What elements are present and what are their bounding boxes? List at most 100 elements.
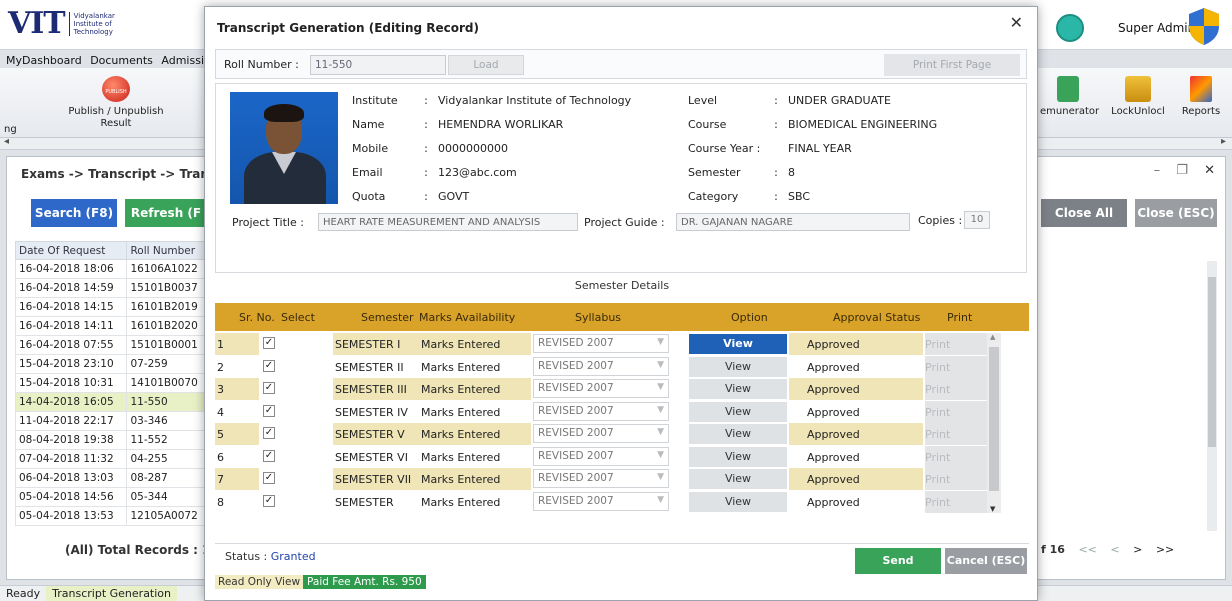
restore-icon[interactable]: ❐ xyxy=(1176,163,1188,178)
reports-button[interactable]: Reports xyxy=(1176,76,1226,118)
menu-item-dashboard[interactable]: MyDashboard xyxy=(6,54,82,67)
view-button[interactable]: View xyxy=(689,491,787,512)
view-button[interactable]: View xyxy=(689,424,787,444)
close-icon[interactable]: ✕ xyxy=(1010,13,1023,32)
col-roll-number[interactable]: Roll Number xyxy=(126,241,209,260)
panel-scrollbar[interactable] xyxy=(1207,261,1217,531)
syllabus-select[interactable]: REVISED 2007 ▼ xyxy=(533,401,669,421)
syllabus-select[interactable]: REVISED 2007 ▼ xyxy=(533,424,669,443)
project-guide-field[interactable]: DR. GAJANAN NAGARE xyxy=(676,213,910,231)
select-checkbox[interactable]: ✓ xyxy=(263,427,275,439)
table-row[interactable]: 05-04-2018 13:53 12105A0072 xyxy=(14,506,209,526)
table-row[interactable]: 06-04-2018 13:03 08-287 xyxy=(14,468,209,488)
close-esc-button[interactable]: Close (ESC) xyxy=(1135,199,1217,227)
table-row[interactable]: 08-04-2018 19:38 11-552 xyxy=(14,430,209,450)
syllabus-select[interactable]: REVISED 2007 ▼ xyxy=(533,469,669,488)
info-colon: : xyxy=(424,142,428,155)
search-button[interactable]: Search (F8) xyxy=(31,199,117,227)
table-row[interactable]: 16-04-2018 14:11 16101B2020 xyxy=(14,316,209,336)
print-first-page-button[interactable]: Print First Page xyxy=(884,54,1020,76)
scroll-left-icon[interactable]: ◂ xyxy=(4,136,9,147)
cell-date-of-request: 08-04-2018 19:38 xyxy=(14,430,128,450)
table-row[interactable]: 16-04-2018 07:55 15101B0001 xyxy=(14,335,209,355)
table-row[interactable]: 16-04-2018 18:06 16106A1022 xyxy=(14,259,209,279)
print-button[interactable]: Print xyxy=(925,400,987,423)
view-button[interactable]: View xyxy=(689,379,787,399)
view-button[interactable]: View xyxy=(689,401,787,422)
syllabus-select[interactable]: REVISED 2007 ▼ xyxy=(533,356,669,376)
ribbon-cut-label: ng xyxy=(4,124,17,135)
syllabus-select[interactable]: REVISED 2007 ▼ xyxy=(533,446,669,466)
next-page-button[interactable]: > xyxy=(1133,543,1142,556)
print-button[interactable]: Print xyxy=(925,333,987,355)
publish-unpublish-button[interactable]: PUBLISH Publish / Unpublish Result xyxy=(56,76,176,130)
prev-page-button[interactable]: < xyxy=(1110,543,1119,556)
semester-scrollbar[interactable]: ▲ ▼ xyxy=(987,333,1001,513)
scroll-right-icon[interactable]: ▸ xyxy=(1221,136,1226,147)
syllabus-select[interactable]: REVISED 2007 ▼ xyxy=(533,334,669,353)
lock-unlock-button[interactable]: LockUnlocl xyxy=(1108,76,1168,118)
semester-name: SEMESTER I xyxy=(335,338,401,351)
table-row[interactable]: 11-04-2018 22:17 03-346 xyxy=(14,411,209,431)
print-button[interactable]: Print xyxy=(925,490,987,513)
first-page-button[interactable]: << xyxy=(1078,543,1096,556)
roll-number-label: Roll Number : xyxy=(224,58,299,71)
print-button[interactable]: Print xyxy=(925,355,987,378)
refresh-button[interactable]: Refresh (F xyxy=(125,199,207,227)
table-row[interactable]: 07-04-2018 11:32 04-255 xyxy=(14,449,209,469)
remunerator-button[interactable]: emunerator xyxy=(1040,76,1099,118)
semester-table: Sr. No. Select Semester Marks Availabili… xyxy=(215,303,1029,513)
scroll-down-icon[interactable]: ▼ xyxy=(990,505,995,513)
semester-row: 3 ✓ SEMESTER III Marks Entered REVISED 2007 ▼… xyxy=(215,378,987,401)
view-button[interactable]: View xyxy=(689,446,787,467)
notification-icon[interactable] xyxy=(1056,14,1084,42)
project-title-field[interactable]: HEART RATE MEASUREMENT AND ANALYSIS xyxy=(318,213,578,231)
select-checkbox[interactable]: ✓ xyxy=(263,359,275,372)
syllabus-value: REVISED 2007 xyxy=(538,359,614,372)
cancel-button[interactable]: Cancel (ESC) xyxy=(945,548,1027,574)
select-checkbox[interactable]: ✓ xyxy=(263,472,275,484)
select-checkbox[interactable]: ✓ xyxy=(263,449,275,462)
close-icon[interactable]: ✕ xyxy=(1204,163,1215,178)
select-checkbox[interactable]: ✓ xyxy=(263,494,275,507)
last-page-button[interactable]: >> xyxy=(1156,543,1174,556)
minimize-icon[interactable]: – xyxy=(1154,163,1161,178)
project-guide-label: Project Guide : xyxy=(584,216,665,229)
menu-item-documents[interactable]: Documents xyxy=(90,54,153,67)
table-row[interactable]: 16-04-2018 14:59 15101B0037 xyxy=(14,278,209,298)
print-button[interactable]: Print xyxy=(925,423,987,445)
cell-date-of-request: 05-04-2018 13:53 xyxy=(14,506,128,526)
user-name[interactable]: Super Admin xyxy=(1118,21,1195,35)
scroll-thumb[interactable] xyxy=(1208,277,1216,447)
status-tab-transcript[interactable]: Transcript Generation xyxy=(46,586,178,601)
col-date-of-request[interactable]: Date Of Request xyxy=(14,241,128,260)
panel-window-buttons: – ❐ ✕ xyxy=(1142,163,1215,178)
send-button[interactable]: Send xyxy=(855,548,941,574)
student-info-row: Level: UNDER GRADUATE xyxy=(688,94,891,107)
select-checkbox[interactable]: ✓ xyxy=(263,404,275,417)
table-row[interactable]: 15-04-2018 10:31 14101B0070 xyxy=(14,373,209,393)
close-all-button[interactable]: Close All xyxy=(1041,199,1127,227)
view-button[interactable]: View xyxy=(689,356,787,377)
table-row[interactable]: 05-04-2018 14:56 05-344 xyxy=(14,487,209,507)
select-checkbox[interactable]: ✓ xyxy=(263,337,275,349)
view-button[interactable]: View xyxy=(689,469,787,489)
print-button[interactable]: Print xyxy=(925,378,987,400)
copies-field[interactable]: 10 xyxy=(964,211,990,229)
col-approval-status: Approval Status xyxy=(833,311,921,324)
load-button[interactable]: Load xyxy=(448,55,524,75)
print-button[interactable]: Print xyxy=(925,468,987,490)
scroll-thumb[interactable] xyxy=(989,347,999,491)
syllabus-select[interactable]: REVISED 2007 ▼ xyxy=(533,491,669,511)
cell-date-of-request: 06-04-2018 13:03 xyxy=(14,468,128,488)
cell-roll-number: 11-550 xyxy=(126,392,209,412)
scroll-up-icon[interactable]: ▲ xyxy=(990,333,995,341)
syllabus-select[interactable]: REVISED 2007 ▼ xyxy=(533,379,669,398)
table-row[interactable]: 16-04-2018 14:15 16101B2019 xyxy=(14,297,209,317)
roll-number-input[interactable] xyxy=(310,55,446,75)
table-row[interactable]: 14-04-2018 16:05 11-550 xyxy=(14,392,209,412)
table-row[interactable]: 15-04-2018 23:10 07-259 xyxy=(14,354,209,374)
select-checkbox[interactable]: ✓ xyxy=(263,382,275,394)
print-button[interactable]: Print xyxy=(925,445,987,468)
view-button[interactable]: View xyxy=(689,334,787,354)
